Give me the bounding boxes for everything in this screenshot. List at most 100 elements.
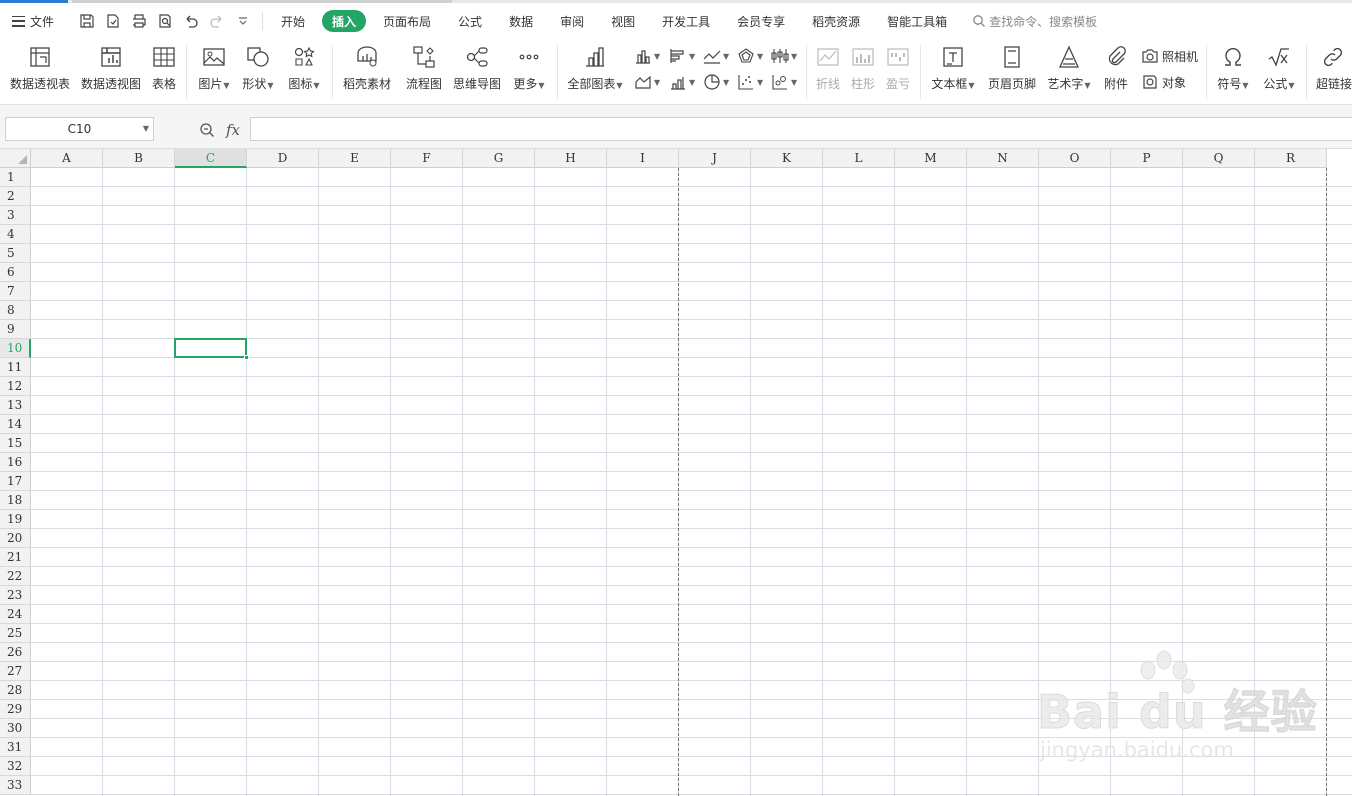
column-header-e[interactable]: E (319, 149, 391, 168)
tab-docer[interactable]: 稻壳资源 (802, 10, 870, 32)
wordart-button[interactable]: 艺术字▼ (1046, 39, 1092, 92)
column-header-m[interactable]: M (895, 149, 967, 168)
row-header-12[interactable]: 12 (0, 377, 31, 396)
row-header-14[interactable]: 14 (0, 415, 31, 434)
area-chart-button[interactable]: ▼ (634, 72, 660, 92)
export-button[interactable] (100, 8, 126, 34)
column-header-c[interactable]: C (175, 149, 247, 168)
print-button[interactable] (126, 8, 152, 34)
column-header-o[interactable]: O (1039, 149, 1111, 168)
column-header-b[interactable]: B (103, 149, 175, 168)
row-header-31[interactable]: 31 (0, 738, 31, 757)
row-header-9[interactable]: 9 (0, 320, 31, 339)
tab-smart-tools[interactable]: 智能工具箱 (877, 10, 957, 32)
save-button[interactable] (74, 8, 100, 34)
sparkline-column-button[interactable]: 柱形 (849, 39, 877, 92)
column-header-p[interactable]: P (1111, 149, 1183, 168)
row-header-15[interactable]: 15 (0, 434, 31, 453)
pivot-chart-button[interactable]: 数据透视图 (81, 39, 141, 92)
icon-library-button[interactable]: 图标▼ (286, 39, 322, 92)
undo-button[interactable] (178, 8, 204, 34)
tab-home[interactable]: 开始 (271, 10, 315, 32)
row-header-29[interactable]: 29 (0, 700, 31, 719)
redo-button[interactable] (204, 8, 230, 34)
tab-member[interactable]: 会员专享 (727, 10, 795, 32)
row-header-1[interactable]: 1 (0, 168, 31, 187)
row-header-17[interactable]: 17 (0, 472, 31, 491)
fill-handle[interactable] (244, 355, 249, 360)
row-header-25[interactable]: 25 (0, 624, 31, 643)
camera-button[interactable]: 照相机 (1141, 46, 1198, 66)
bar-chart-button[interactable]: ▼ (669, 46, 695, 66)
file-menu[interactable]: 文件 (12, 8, 68, 34)
hyperlink-button[interactable]: 超链接 (1316, 39, 1352, 92)
column-header-d[interactable]: D (247, 149, 319, 168)
row-header-33[interactable]: 33 (0, 776, 31, 795)
sparkline-winloss-button[interactable]: 盈亏 (884, 39, 912, 92)
scatter-chart-button[interactable]: ▼ (737, 72, 763, 92)
row-header-13[interactable]: 13 (0, 396, 31, 415)
tab-formulas[interactable]: 公式 (448, 10, 492, 32)
row-header-30[interactable]: 30 (0, 719, 31, 738)
column-header-f[interactable]: F (391, 149, 463, 168)
textbox-button[interactable]: 文本框▼ (930, 39, 976, 92)
column-header-h[interactable]: H (535, 149, 607, 168)
row-header-32[interactable]: 32 (0, 757, 31, 776)
row-header-28[interactable]: 28 (0, 681, 31, 700)
sparkline-line-button[interactable]: 折线 (814, 39, 842, 92)
row-header-27[interactable]: 27 (0, 662, 31, 681)
row-header-5[interactable]: 5 (0, 244, 31, 263)
symbol-button[interactable]: 符号▼ (1215, 39, 1251, 92)
tab-data[interactable]: 数据 (499, 10, 543, 32)
row-header-10[interactable]: 10 (0, 339, 31, 358)
equation-button[interactable]: 公式▼ (1261, 39, 1297, 92)
column-header-j[interactable]: J (679, 149, 751, 168)
name-box[interactable]: C10 ▼ (5, 117, 154, 141)
command-search[interactable]: 查找命令、搜索模板 (972, 13, 1097, 30)
column-header-i[interactable]: I (607, 149, 679, 168)
more-button[interactable]: 更多▼ (511, 39, 547, 92)
row-header-2[interactable]: 2 (0, 187, 31, 206)
table-button[interactable]: 表格 (150, 39, 178, 92)
row-header-7[interactable]: 7 (0, 282, 31, 301)
row-header-11[interactable]: 11 (0, 358, 31, 377)
header-footer-button[interactable]: 页眉页脚 (987, 39, 1037, 92)
stock-chart-button[interactable]: ▼ (771, 46, 797, 66)
active-cell[interactable] (174, 338, 247, 358)
formula-input[interactable] (250, 117, 1352, 141)
print-preview-button[interactable] (152, 8, 178, 34)
row-header-22[interactable]: 22 (0, 567, 31, 586)
column-header-k[interactable]: K (751, 149, 823, 168)
picture-button[interactable]: 图片▼ (196, 39, 232, 92)
select-all-corner[interactable] (0, 149, 31, 168)
column-header-a[interactable]: A (31, 149, 103, 168)
column-header-l[interactable]: L (823, 149, 895, 168)
line-chart-button[interactable]: ▼ (703, 46, 729, 66)
row-header-4[interactable]: 4 (0, 225, 31, 244)
row-header-20[interactable]: 20 (0, 529, 31, 548)
column-header-n[interactable]: N (967, 149, 1039, 168)
flowchart-button[interactable]: 流程图 (404, 39, 444, 92)
column-header-q[interactable]: Q (1183, 149, 1255, 168)
row-header-18[interactable]: 18 (0, 491, 31, 510)
object-button[interactable]: 对象 (1141, 72, 1186, 92)
tab-page-layout[interactable]: 页面布局 (373, 10, 441, 32)
all-charts-button[interactable]: 全部图表▼ (566, 39, 624, 92)
zoom-icon[interactable] (199, 122, 215, 138)
row-header-26[interactable]: 26 (0, 643, 31, 662)
row-header-23[interactable]: 23 (0, 586, 31, 605)
fx-button[interactable]: fx (226, 121, 240, 139)
row-header-21[interactable]: 21 (0, 548, 31, 567)
name-box-dropdown-icon[interactable]: ▼ (143, 124, 149, 133)
pie-chart-button[interactable]: ▼ (703, 72, 729, 92)
shape-button[interactable]: 形状▼ (240, 39, 276, 92)
customize-toolbar-button[interactable] (230, 8, 256, 34)
row-header-16[interactable]: 16 (0, 453, 31, 472)
row-header-19[interactable]: 19 (0, 510, 31, 529)
tab-review[interactable]: 审阅 (550, 10, 594, 32)
attachment-button[interactable]: 附件 (1102, 39, 1130, 92)
docer-material-button[interactable]: 稻壳素材 (342, 39, 392, 92)
row-header-6[interactable]: 6 (0, 263, 31, 282)
column-header-r[interactable]: R (1255, 149, 1327, 168)
column-chart-button[interactable]: ▼ (634, 46, 660, 66)
